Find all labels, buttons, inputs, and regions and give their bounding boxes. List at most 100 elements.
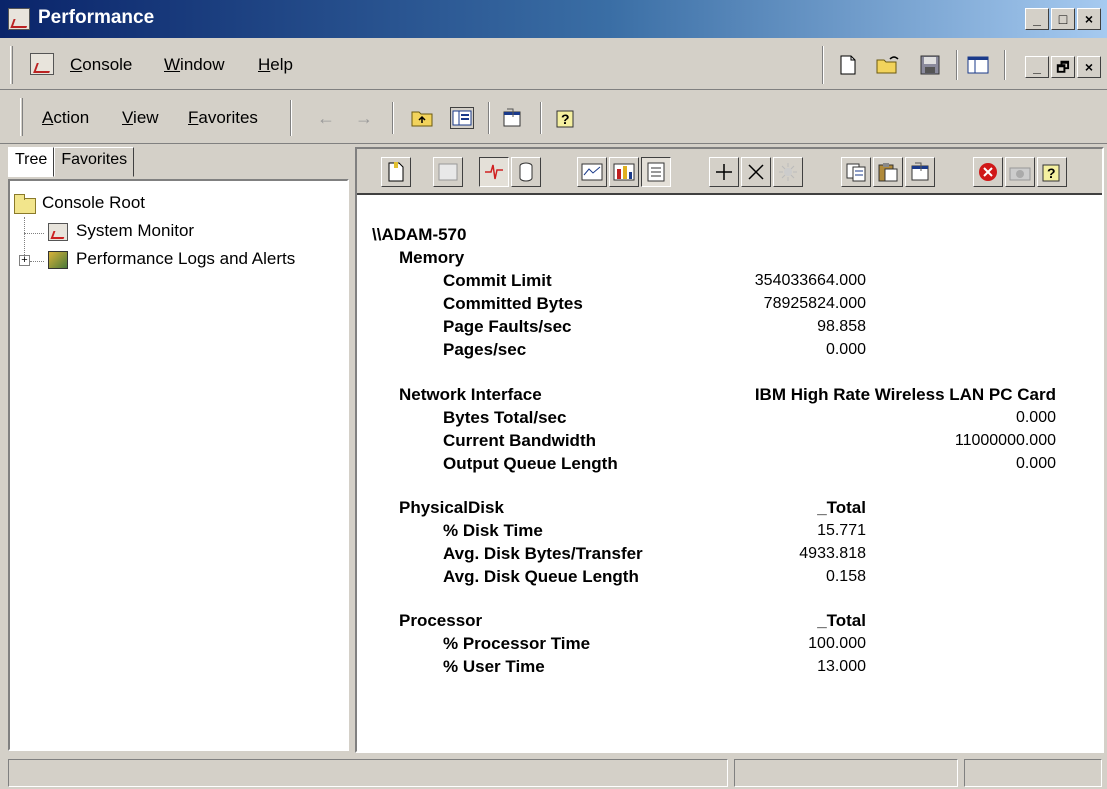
menu-view[interactable]: View bbox=[122, 108, 159, 128]
action-bar: Action View Favorites ← → ? bbox=[0, 92, 1107, 144]
instance-name: _Total bbox=[817, 611, 866, 630]
properties-icon[interactable] bbox=[905, 157, 935, 187]
clear-display-icon[interactable] bbox=[433, 157, 463, 187]
close-button[interactable]: × bbox=[1077, 8, 1101, 30]
counter-value: 4933.818 bbox=[799, 545, 866, 562]
svg-text:?: ? bbox=[1047, 165, 1056, 181]
svg-text:?: ? bbox=[561, 111, 570, 127]
performance-app-icon[interactable] bbox=[8, 8, 30, 30]
status-panel-main bbox=[8, 759, 728, 787]
system-monitor-pane: ? \\ADAM-570 Memory Commit Limit 3540336… bbox=[355, 147, 1104, 753]
status-bar bbox=[0, 756, 1107, 789]
counter-value: 0.000 bbox=[1015, 455, 1056, 472]
counter-name: Pages/sec bbox=[443, 340, 527, 359]
counter-name: % Disk Time bbox=[443, 521, 543, 540]
view-histogram-icon[interactable] bbox=[609, 157, 639, 187]
new-counter-set-icon[interactable] bbox=[381, 157, 411, 187]
menu-help[interactable]: Help bbox=[258, 55, 293, 75]
toolbar-grip[interactable] bbox=[10, 46, 13, 84]
save-icon[interactable] bbox=[918, 54, 942, 76]
mdi-restore-button[interactable]: 🗗 bbox=[1051, 56, 1075, 78]
toolbar-grip[interactable] bbox=[20, 98, 23, 136]
counter-name: Bytes Total/sec bbox=[443, 408, 567, 427]
toolbar-separator bbox=[488, 102, 490, 134]
counter-value: 15.771 bbox=[817, 522, 866, 539]
title-bar: Performance _ □ × bbox=[0, 0, 1107, 38]
forward-arrow-icon[interactable]: → bbox=[352, 107, 376, 129]
counter-name: % Processor Time bbox=[443, 634, 591, 653]
add-counter-icon[interactable] bbox=[709, 157, 739, 187]
menu-window[interactable]: Window bbox=[164, 55, 224, 75]
maximize-button[interactable]: □ bbox=[1051, 8, 1075, 30]
tree-connector bbox=[24, 233, 44, 234]
counter-value: 13.000 bbox=[817, 658, 866, 675]
system-monitor-toolbar: ? bbox=[357, 149, 1102, 195]
view-current-activity-icon[interactable] bbox=[479, 157, 509, 187]
highlight-icon[interactable] bbox=[773, 157, 803, 187]
expand-icon[interactable]: + bbox=[19, 255, 30, 266]
toolbar-separator bbox=[956, 50, 958, 80]
counter-value: 0.000 bbox=[825, 341, 866, 358]
counter-name: Committed Bytes bbox=[443, 294, 583, 313]
show-hide-tree-icon[interactable] bbox=[450, 107, 474, 129]
up-one-level-icon[interactable] bbox=[410, 107, 434, 129]
mmc-console-icon[interactable] bbox=[30, 53, 54, 75]
counter-name: Commit Limit bbox=[443, 271, 552, 290]
tab-tree[interactable]: Tree bbox=[8, 147, 55, 177]
object-name-physicaldisk: PhysicalDisk bbox=[399, 498, 504, 517]
show-hide-console-tree-icon[interactable] bbox=[966, 54, 990, 76]
copy-properties-icon[interactable] bbox=[841, 157, 871, 187]
freeze-display-icon[interactable] bbox=[973, 157, 1003, 187]
instance-name: IBM High Rate Wireless LAN PC Card bbox=[754, 385, 1056, 404]
counter-value: 354033664.000 bbox=[754, 272, 866, 289]
counter-value: 98.858 bbox=[817, 318, 866, 335]
help-icon[interactable]: ? bbox=[1037, 157, 1067, 187]
help-icon[interactable]: ? bbox=[554, 107, 578, 129]
update-data-icon[interactable] bbox=[1005, 157, 1035, 187]
counter-value: 100.000 bbox=[808, 635, 866, 652]
mdi-close-button[interactable]: × bbox=[1077, 56, 1101, 78]
minimize-button[interactable]: _ bbox=[1025, 8, 1049, 30]
new-document-icon[interactable] bbox=[836, 54, 860, 76]
tree-node-system-monitor[interactable]: System Monitor bbox=[76, 221, 194, 241]
counter-name: Output Queue Length bbox=[443, 454, 618, 473]
menu-action[interactable]: Action bbox=[42, 108, 89, 128]
object-name-network-interface: Network Interface bbox=[399, 385, 542, 404]
delete-counter-icon[interactable] bbox=[741, 157, 771, 187]
menu-favorites[interactable]: Favorites bbox=[188, 108, 258, 128]
toolbar-separator bbox=[540, 102, 542, 134]
window-title: Performance bbox=[38, 7, 155, 28]
toolbar-separator bbox=[290, 100, 292, 136]
counter-name: Current Bandwidth bbox=[443, 431, 596, 450]
tree-connector bbox=[30, 261, 44, 262]
properties-icon[interactable] bbox=[500, 107, 524, 129]
counter-name: Avg. Disk Queue Length bbox=[443, 567, 639, 586]
menu-bar: Console Window Help _ 🗗 × bbox=[0, 40, 1107, 90]
counter-name: Avg. Disk Bytes/Transfer bbox=[443, 544, 643, 563]
paste-counter-list-icon[interactable] bbox=[873, 157, 903, 187]
toolbar-separator bbox=[1004, 50, 1006, 80]
system-monitor-icon bbox=[48, 223, 68, 241]
back-arrow-icon[interactable]: ← bbox=[314, 107, 338, 129]
instance-name: _Total bbox=[817, 498, 866, 517]
toolbar-separator bbox=[392, 102, 394, 134]
mdi-minimize-button[interactable]: _ bbox=[1025, 56, 1049, 78]
folder-icon bbox=[14, 194, 36, 214]
open-folder-icon[interactable] bbox=[876, 54, 900, 76]
counter-value: 0.000 bbox=[1015, 409, 1056, 426]
view-graph-icon[interactable] bbox=[577, 157, 607, 187]
view-report-icon[interactable] bbox=[641, 157, 671, 187]
view-log-data-icon[interactable] bbox=[511, 157, 541, 187]
object-name-processor: Processor bbox=[399, 611, 483, 630]
report-view: \\ADAM-570 Memory Commit Limit 354033664… bbox=[357, 195, 1102, 751]
tab-favorites[interactable]: Favorites bbox=[54, 147, 135, 177]
computer-name: \\ADAM-570 bbox=[372, 225, 467, 244]
counter-value: 0.158 bbox=[825, 568, 866, 585]
tree-node-performance-logs-and-alerts[interactable]: Performance Logs and Alerts bbox=[76, 249, 295, 269]
counter-value: 11000000.000 bbox=[954, 432, 1056, 449]
status-panel-2 bbox=[734, 759, 958, 787]
tree-node-console-root[interactable]: Console Root bbox=[42, 193, 145, 213]
counter-name: % User Time bbox=[443, 657, 545, 676]
counter-value: 78925824.000 bbox=[763, 295, 866, 312]
menu-console[interactable]: Console bbox=[70, 55, 132, 75]
